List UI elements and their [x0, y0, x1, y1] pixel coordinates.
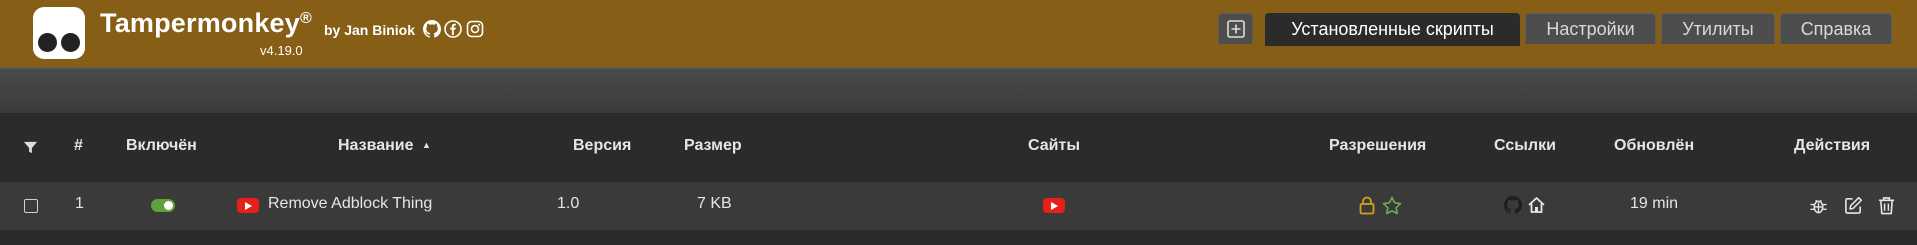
star-icon[interactable]: [1382, 196, 1402, 215]
column-header-enabled[interactable]: Включён: [126, 137, 197, 155]
sort-ascending-icon: ▲: [421, 140, 431, 150]
row-select-checkbox[interactable]: [24, 199, 38, 213]
tab-bar: [0, 67, 1917, 113]
column-header-name[interactable]: Название ▲: [338, 137, 431, 155]
home-icon[interactable]: [1527, 196, 1546, 214]
delete-icon[interactable]: [1878, 196, 1895, 215]
tab-utilities[interactable]: Утилиты: [1661, 13, 1775, 44]
column-header-updated[interactable]: Обновлён: [1614, 137, 1694, 155]
lock-icon[interactable]: [1359, 196, 1375, 215]
column-header-size[interactable]: Размер: [684, 137, 742, 155]
tab-help[interactable]: Справка: [1780, 13, 1892, 44]
enabled-toggle[interactable]: [151, 199, 175, 212]
column-header-permissions: Разрешения: [1329, 137, 1427, 154]
column-header-links: Ссылки: [1494, 137, 1556, 154]
tab-add-script[interactable]: [1218, 13, 1253, 44]
column-header-version[interactable]: Версия: [573, 137, 631, 155]
youtube-icon: [237, 198, 259, 213]
site-youtube-icon[interactable]: [1043, 198, 1065, 213]
tab-settings[interactable]: Настройки: [1525, 13, 1656, 44]
tab-installed-scripts[interactable]: Установленные скрипты: [1265, 13, 1520, 46]
author-byline: by Jan Biniok: [324, 22, 416, 38]
row-number: 1: [75, 195, 84, 212]
tampermonkey-logo-icon: [33, 7, 85, 59]
app-title: Tampermonkey®: [100, 8, 312, 38]
column-header-number: #: [74, 137, 83, 154]
debug-icon[interactable]: [1809, 196, 1828, 215]
github-icon[interactable]: [1504, 196, 1522, 214]
instagram-icon[interactable]: [466, 20, 484, 38]
filter-icon[interactable]: [23, 140, 38, 155]
script-size: 7 KB: [697, 195, 732, 212]
script-version: 1.0: [557, 195, 580, 212]
github-icon[interactable]: [423, 20, 441, 38]
plus-icon: [1226, 20, 1245, 38]
column-header-sites[interactable]: Сайты: [1028, 137, 1080, 155]
app-version: v4.19.0: [260, 43, 303, 58]
updated-time: 19 min: [1630, 195, 1679, 212]
facebook-icon[interactable]: [444, 20, 462, 38]
edit-icon[interactable]: [1844, 196, 1863, 215]
script-name-link[interactable]: Remove Adblock Thing: [268, 195, 432, 213]
column-header-actions: Действия: [1794, 137, 1871, 154]
